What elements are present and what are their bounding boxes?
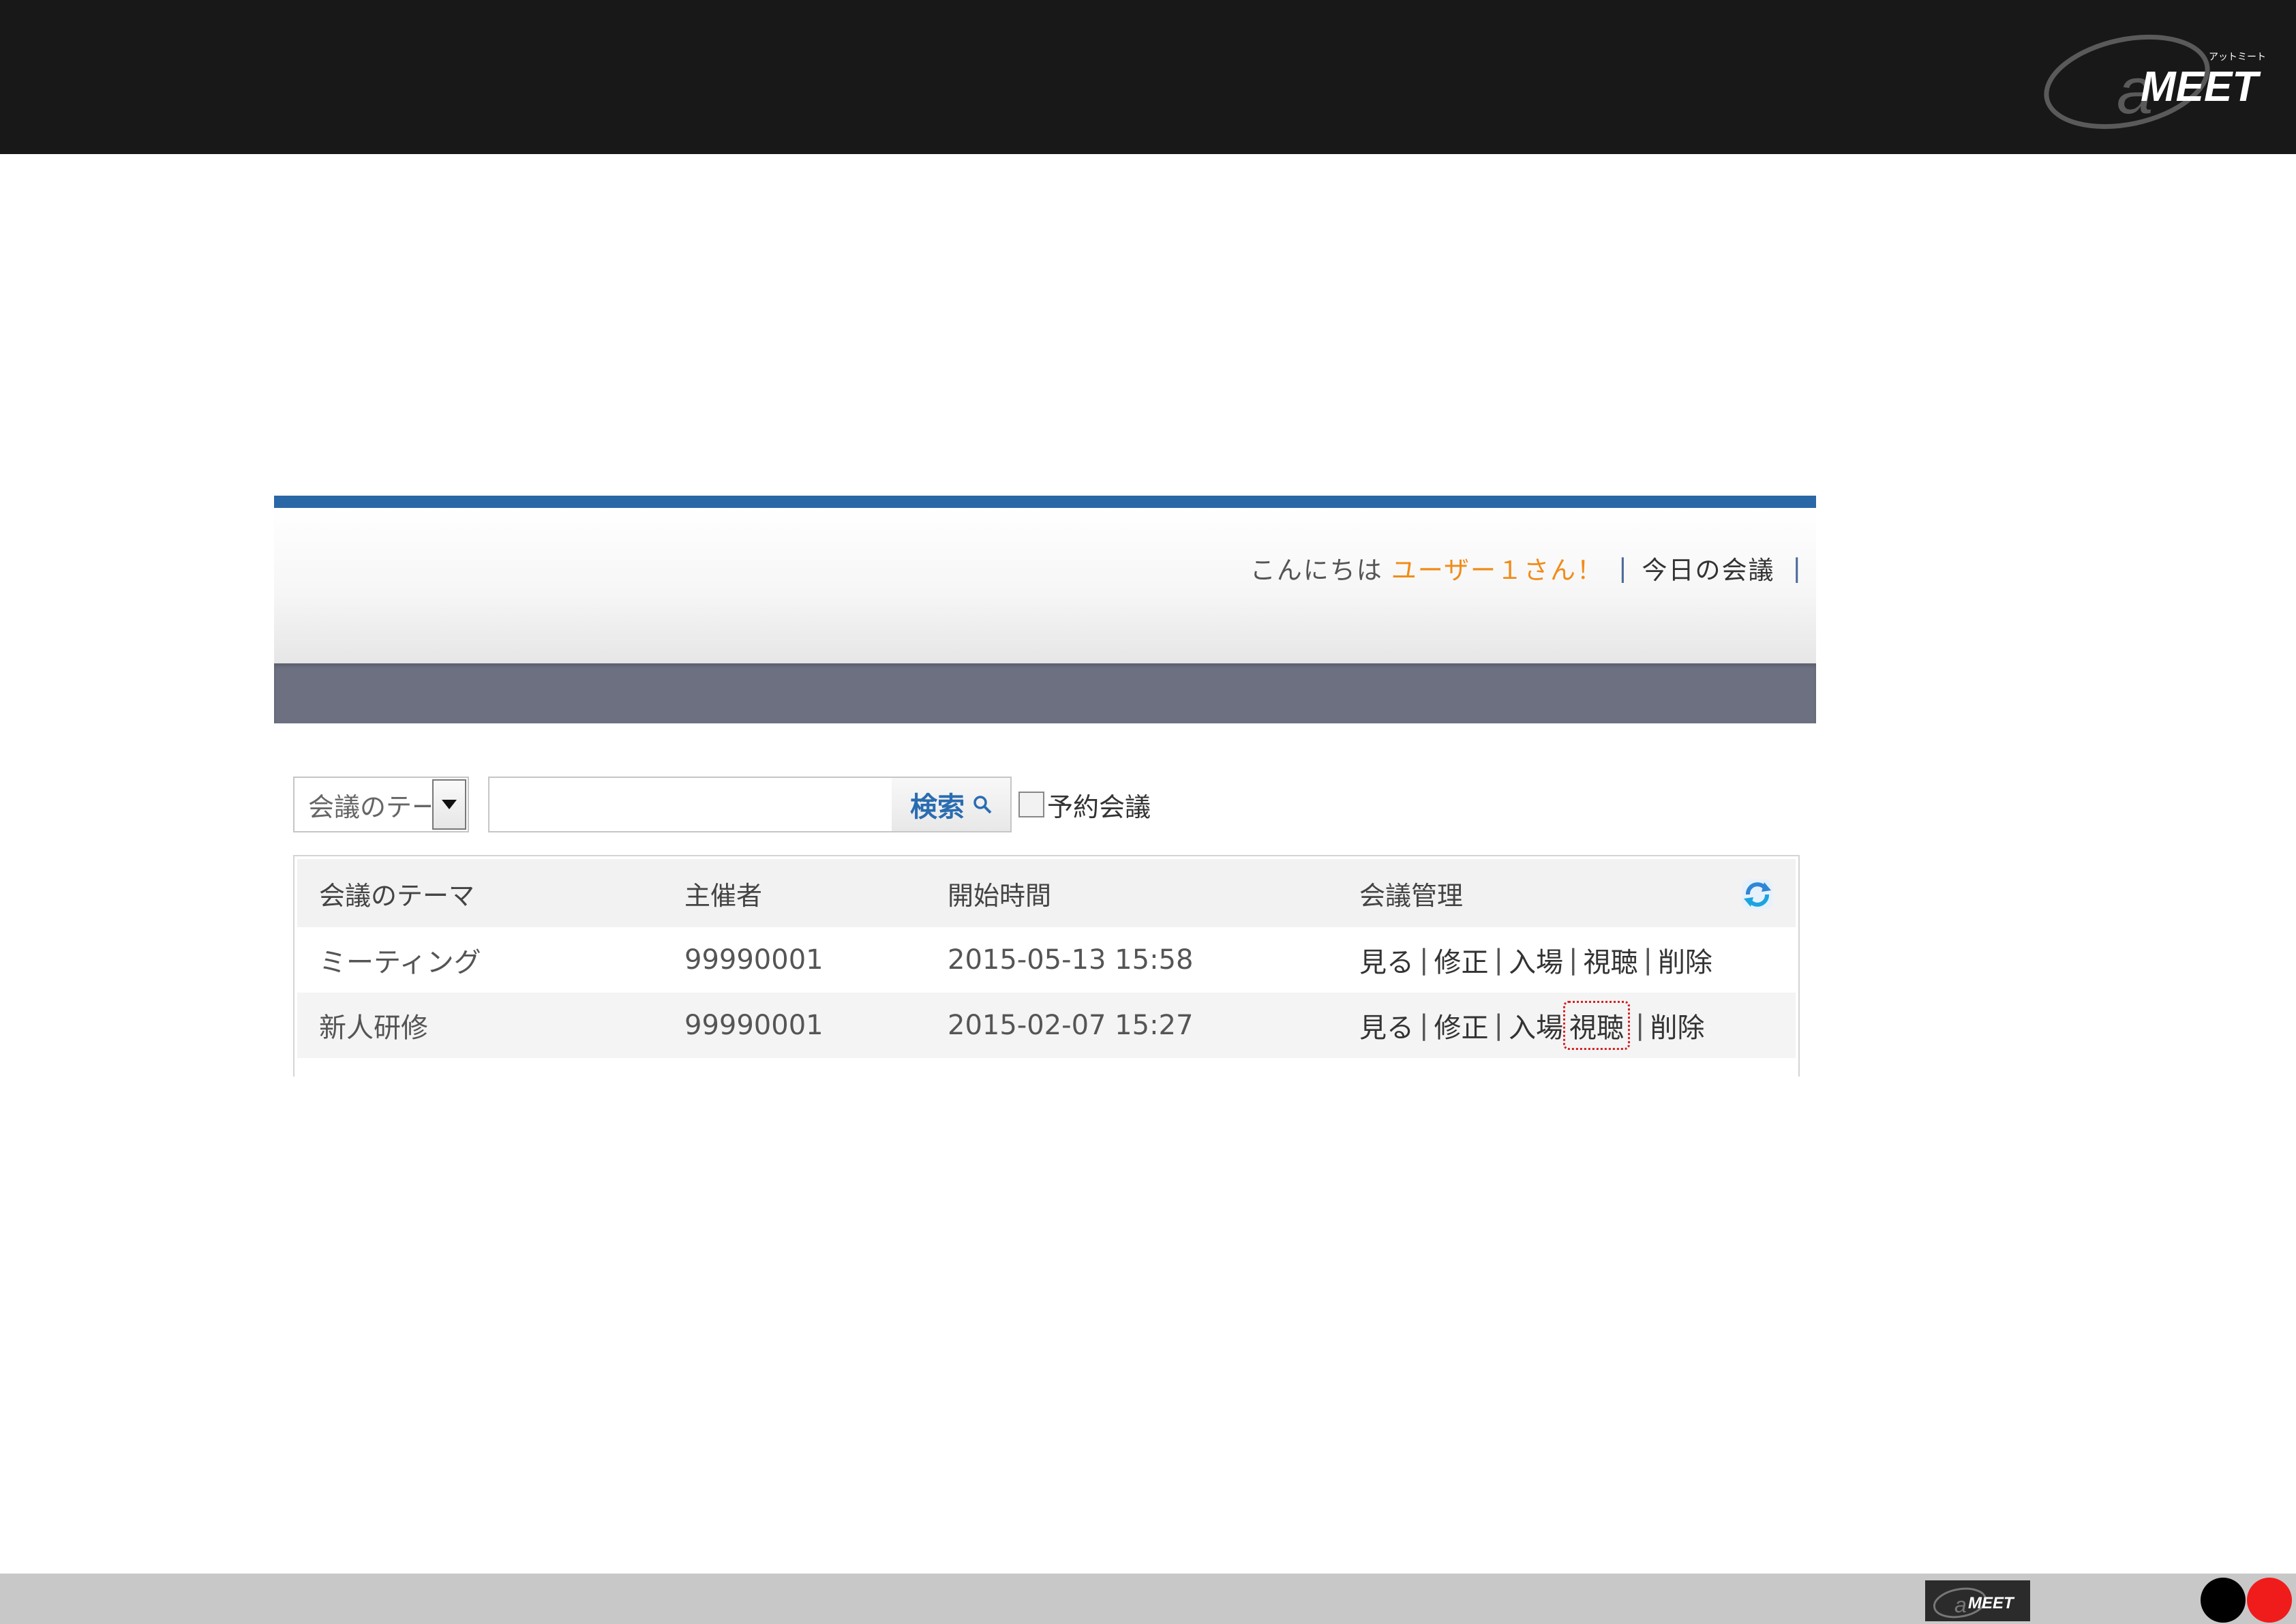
column-header-manage: 会議管理: [1359, 880, 1464, 911]
app-window: こんにちは ユーザー１さん！ | 今日の会議 | 会議のテーマ 検索 予約会議: [274, 496, 1816, 1077]
svg-text:MEET: MEET: [2141, 63, 2261, 110]
delete-link[interactable]: 削除: [1650, 1006, 1704, 1045]
reserved-meeting-label: 予約会議: [1047, 792, 1151, 822]
slide-bottom-bar: a MEET: [0, 1574, 2296, 1624]
decorative-dot-black: [2201, 1578, 2246, 1623]
search-button-label: 検索: [910, 792, 965, 823]
column-header-host: 主催者: [684, 880, 763, 911]
search-row: 会議のテーマ 検索 予約会議: [293, 775, 1151, 834]
header-separator: |: [1792, 553, 1801, 583]
delete-link[interactable]: 削除: [1658, 940, 1712, 980]
today-meetings-link[interactable]: 今日の会議: [1642, 550, 1775, 586]
watch-link-highlighted[interactable]: 視聴: [1562, 1001, 1630, 1050]
search-button[interactable]: 検索: [892, 777, 1012, 832]
action-separator: |: [1643, 944, 1652, 976]
meetings-table: 会議のテーマ 主催者 開始時間 会議管理 ミーティング 99990001 201…: [293, 855, 1800, 1077]
app-header: こんにちは ユーザー１さん！ | 今日の会議 |: [274, 508, 1816, 663]
edit-link[interactable]: 修正: [1434, 940, 1488, 980]
app-top-accent: [274, 496, 1816, 508]
ameet-logo-small: a MEET: [1925, 1580, 2030, 1621]
meeting-actions: 見る | 修正 | 入場 視聴 | 削除: [1359, 993, 1704, 1058]
slide-top-bar: a MEET アットミート: [0, 0, 2296, 154]
ameet-logo: a MEET アットミート: [2044, 34, 2266, 130]
meeting-host: 99990001: [684, 1010, 824, 1041]
enter-link[interactable]: 入場: [1509, 940, 1563, 980]
meeting-start: 2015-02-07 15:27: [948, 1010, 1194, 1041]
chevron-down-icon: [442, 800, 457, 809]
svg-text:アットミート: アットミート: [2209, 51, 2266, 62]
action-separator: |: [1419, 944, 1429, 976]
greeting-line: こんにちは ユーザー１さん！ | 今日の会議 |: [1250, 547, 1801, 588]
ameet-logo-small-mark: a MEET: [1933, 1587, 2015, 1619]
table-row: ミーティング 99990001 2015-05-13 15:58 見る | 修正…: [297, 927, 1796, 993]
action-separator: |: [1568, 944, 1578, 976]
reserved-meeting-checkbox[interactable]: [1018, 792, 1044, 817]
view-link[interactable]: 見る: [1359, 1006, 1414, 1045]
nav-bar: [274, 663, 1816, 723]
search-field-select[interactable]: 会議のテーマ: [293, 777, 469, 832]
action-separator: |: [1419, 1010, 1429, 1041]
meeting-start: 2015-05-13 15:58: [948, 944, 1194, 976]
svg-text:MEET: MEET: [1968, 1594, 2015, 1612]
meeting-host: 99990001: [684, 944, 824, 976]
select-value: 会議のテーマ: [308, 792, 431, 822]
meeting-theme: 新人研修: [319, 1012, 428, 1044]
action-separator: |: [1635, 1010, 1645, 1041]
watch-link[interactable]: 視聴: [1583, 940, 1637, 980]
dropdown-arrow[interactable]: [432, 779, 466, 830]
greeting-text: こんにちは: [1250, 556, 1383, 585]
table-header: 会議のテーマ 主催者 開始時間 会議管理: [297, 859, 1796, 927]
column-header-theme: 会議のテーマ: [319, 880, 475, 911]
decorative-dot-red: [2247, 1578, 2292, 1623]
action-separator: |: [1494, 944, 1503, 976]
enter-link[interactable]: 入場: [1509, 1006, 1563, 1045]
meeting-theme: ミーティング: [319, 947, 481, 978]
header-separator: |: [1618, 553, 1627, 583]
view-link[interactable]: 見る: [1359, 940, 1414, 980]
search-input[interactable]: [488, 777, 893, 832]
table-row: 新人研修 99990001 2015-02-07 15:27 見る | 修正 |…: [297, 993, 1796, 1058]
action-separator: |: [1494, 1010, 1503, 1041]
watch-link[interactable]: 視聴: [1569, 1006, 1624, 1045]
search-icon: [973, 796, 992, 814]
svg-text:a: a: [1954, 1593, 1967, 1617]
user-name: ユーザー１さん！: [1391, 556, 1604, 585]
meeting-actions: 見る | 修正 | 入場 | 視聴 | 削除: [1359, 927, 1712, 993]
column-header-start: 開始時間: [948, 880, 1052, 911]
refresh-icon[interactable]: [1740, 877, 1775, 912]
edit-link[interactable]: 修正: [1434, 1006, 1488, 1045]
